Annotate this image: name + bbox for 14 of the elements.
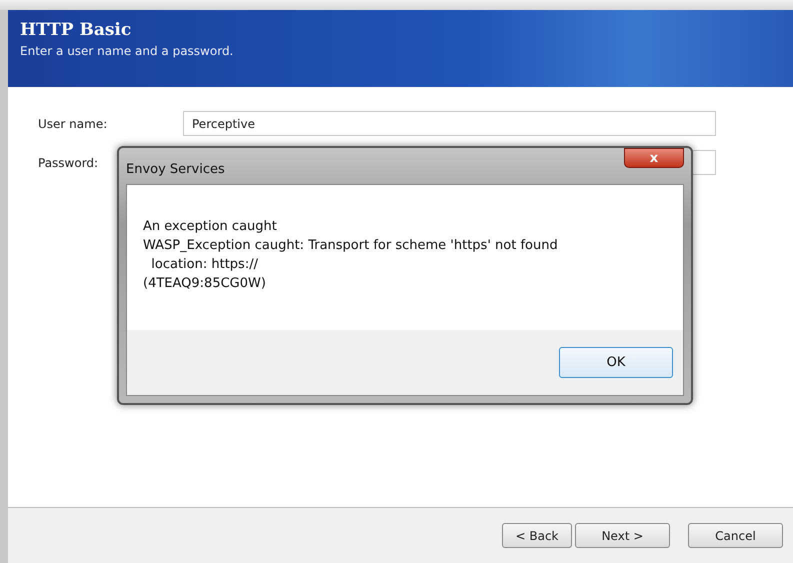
message-line: (4TEAQ9:85CG0W) — [143, 275, 267, 293]
wizard-button[interactable]: Next > — [575, 523, 670, 548]
message-line: WASP_Exception caught: Transport for scheme 'https' not found — [143, 237, 559, 255]
page-title: HTTP Basic — [20, 20, 132, 40]
input-field[interactable]: Perceptive — [183, 111, 716, 136]
page-subtitle: Enter a user name and a password. — [20, 44, 234, 58]
message-line: An exception caught — [143, 218, 278, 236]
field-label: User name: — [38, 116, 108, 130]
message-line: location: https:// — [150, 256, 259, 274]
dialog-title: Envoy Services — [126, 162, 225, 177]
wizard-button[interactable]: < Back — [502, 523, 572, 548]
wizard-button[interactable]: Cancel — [688, 523, 783, 548]
close-button[interactable]: x — [624, 148, 684, 168]
ok-button[interactable]: OK — [559, 347, 673, 378]
